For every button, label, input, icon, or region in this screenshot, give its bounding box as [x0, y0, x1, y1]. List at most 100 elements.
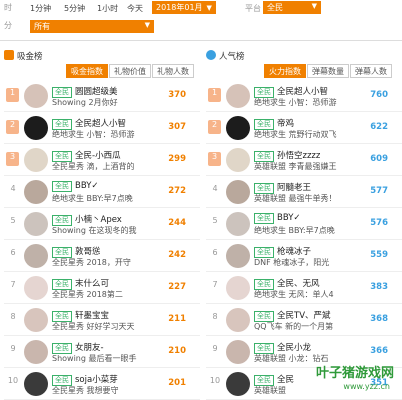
list-item[interactable]: 6 全民 枪魂冰子 DNF 枪魂冰子，阳光 559 [206, 240, 402, 272]
streamer-name-text: 全民超人小智 [277, 87, 329, 97]
score-value: 622 [370, 122, 388, 132]
avatar[interactable] [24, 212, 48, 236]
avatar[interactable] [24, 308, 48, 332]
list-item[interactable]: 8 全民 轩墨宝宝 全民星秀 好好学习天天 211 [4, 304, 200, 336]
avatar[interactable] [24, 340, 48, 364]
avatar[interactable] [226, 212, 250, 236]
streamer-name-text: 女朋友- [75, 343, 104, 353]
score-value: 201 [168, 378, 186, 388]
left-tabs: 吸金指数 礼物价值 礼物人数 [66, 64, 195, 78]
avatar[interactable] [226, 180, 250, 204]
list-item[interactable]: 2 全民 帝鸡 绝地求生 荒野行动双飞 622 [206, 112, 402, 144]
list-item[interactable]: 2 全民 全民超人小智 绝地求生 小智：恐师游 307 [4, 112, 200, 144]
avatar[interactable] [226, 84, 250, 108]
score-value: 211 [168, 314, 186, 324]
rank-number: 5 [212, 216, 218, 225]
list-item[interactable]: 8 全民 全民TV、严斌 QQ飞车 新的一个月第 368 [206, 304, 402, 336]
rank-number: 10 [209, 376, 221, 385]
avatar[interactable] [226, 308, 250, 332]
gift-icon [4, 50, 14, 60]
rank-number: 8 [212, 312, 218, 321]
avatar[interactable] [24, 372, 48, 396]
score-value: 227 [168, 282, 186, 292]
list-item[interactable]: 10 全民 soja小菜芽 全民星秀 我想要守 201 [4, 368, 200, 400]
streamer-name-text: 敦哥慫 [75, 247, 101, 257]
stream-title: 绝地求生 荒野行动双飞 [254, 130, 337, 139]
streamer-name-text: 小楠丶Apex [75, 215, 122, 225]
stream-title: 绝地求生 BBY:早7点晚 [52, 194, 133, 203]
stream-title: 全民星秀 好好学习天天 [52, 322, 135, 331]
avatar[interactable] [226, 340, 250, 364]
time-option-today[interactable]: 今天 [127, 3, 143, 14]
platform-select[interactable]: 全民 ▼ [263, 1, 321, 14]
tab-gift-count[interactable]: 礼物人数 [152, 64, 194, 78]
rank-number: 7 [10, 280, 16, 289]
avatar[interactable] [226, 276, 250, 300]
list-item[interactable]: 3 全民 全民-小西瓜 全民星秀 滴，上酒背的 299 [4, 144, 200, 176]
rank-number: 6 [212, 248, 218, 257]
stream-title: 英雄联盟 [254, 386, 286, 395]
stream-title: Showing 在这现冬的我 [52, 226, 137, 235]
avatar[interactable] [24, 84, 48, 108]
list-item[interactable]: 6 全民 敦哥慫 全民星秀 2018，开守 242 [4, 240, 200, 272]
avatar[interactable] [226, 372, 250, 396]
streamer-name-text: 孙悟空zzzz [277, 151, 321, 161]
rank-number: 1 [208, 88, 221, 102]
left-ranking-list: 1 全民 圆圆超级美 Showing 2月你好 370 2 全民 全民超人小智 绝地求生 小智：… [4, 80, 200, 400]
rank-number: 4 [212, 184, 218, 193]
list-item[interactable]: 5 全民 BBY✓ 绝地求生 BBY:早7点晚 576 [206, 208, 402, 240]
rank-number: 3 [6, 152, 19, 166]
time-option-1hour[interactable]: 1小时 [97, 3, 118, 14]
rank-number: 4 [10, 184, 16, 193]
category-select[interactable]: 所有 ▼ [30, 20, 154, 33]
tab-gift-value[interactable]: 礼物价值 [109, 64, 151, 78]
streamer-name-text: 帝鸡 [277, 119, 295, 129]
rank-number: 9 [10, 344, 16, 353]
avatar[interactable] [24, 276, 48, 300]
list-item[interactable]: 1 全民 全民超人小智 绝地求生 小智：恐师游 760 [206, 80, 402, 112]
tab-fire-index[interactable]: 火力指数 [264, 64, 306, 78]
list-item[interactable]: 3 全民 孙悟空zzzz 英雄联盟 李青最强嫌王 609 [206, 144, 402, 176]
streamer-name[interactable]: 全民 BBY✓ [52, 181, 99, 192]
tab-danmaku-count[interactable]: 弹幕数量 [307, 64, 349, 78]
stream-title: 英雄联盟 李青最强嫌王 [254, 162, 337, 171]
stream-title: 绝地求生 BBY:早7点晚 [254, 226, 335, 235]
time-option-5min[interactable]: 5分钟 [64, 3, 85, 14]
tab-gift-index[interactable]: 吸金指数 [66, 64, 108, 78]
list-item[interactable]: 7 全民 全民、无风 绝地求生 无风：单人4 383 [206, 272, 402, 304]
category-label: 分 [4, 21, 12, 30]
score-value: 370 [168, 90, 186, 100]
streamer-name-text: 枪魂冰子 [277, 247, 312, 257]
list-item[interactable]: 4 全民 BBY✓ 绝地求生 BBY:早7点晚 272 [4, 176, 200, 208]
avatar[interactable] [226, 244, 250, 268]
rank-number: 8 [10, 312, 16, 321]
tab-danmaku-users[interactable]: 弹幕人数 [350, 64, 392, 78]
watermark-url: www.yzz.cn [343, 382, 390, 391]
avatar[interactable] [24, 180, 48, 204]
list-item[interactable]: 4 全民 阿髓老王 英雄联盟 最强牛单秀！ 577 [206, 176, 402, 208]
score-value: 242 [168, 250, 186, 260]
list-item[interactable]: 9 全民 女朋友- Showing 最后看一眼手 210 [4, 336, 200, 368]
panel-title: 人气榜 [219, 52, 245, 62]
watermark-logo: 叶子猪游戏网 www.yzz.cn [290, 362, 394, 396]
list-item[interactable]: 1 全民 圆圆超级美 Showing 2月你好 370 [4, 80, 200, 112]
avatar[interactable] [226, 116, 250, 140]
category-select-value: 所有 [34, 22, 50, 31]
list-item[interactable]: 5 全民 小楠丶Apex Showing 在这现冬的我 244 [4, 208, 200, 240]
stream-title: 全民星秀 2018第二 [52, 290, 123, 299]
avatar[interactable] [24, 148, 48, 172]
panel-header: 人气榜 [206, 48, 402, 62]
avatar[interactable] [226, 148, 250, 172]
time-option-1min[interactable]: 1分钟 [30, 3, 51, 14]
streamer-name-text: 全民超人小智 [75, 119, 127, 129]
streamer-name[interactable]: 全民 BBY✓ [254, 213, 301, 224]
avatar[interactable] [24, 244, 48, 268]
score-value: 576 [370, 218, 388, 228]
avatar[interactable] [24, 116, 48, 140]
stream-title: DNF 枪魂冰子，阳光 [254, 258, 330, 267]
chevron-down-icon: ▼ [206, 4, 212, 12]
score-value: 609 [370, 154, 388, 164]
rank-number: 10 [7, 376, 19, 385]
list-item[interactable]: 7 全民 末什么可 全民星秀 2018第二 227 [4, 272, 200, 304]
date-select[interactable]: 2018年01月 ▼ [152, 1, 216, 14]
